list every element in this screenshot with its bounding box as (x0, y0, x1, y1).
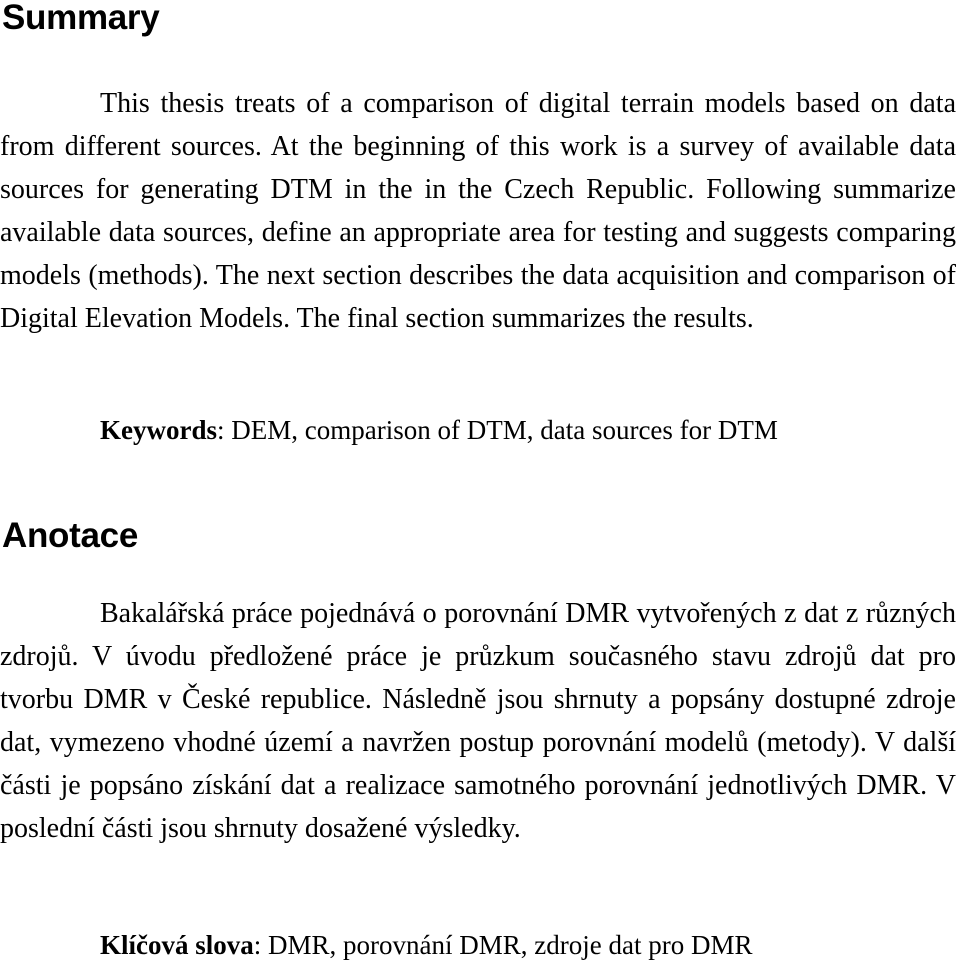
anotace-keywords-separator: : (253, 930, 269, 960)
document-page: Summary This thesis treats of a comparis… (0, 0, 960, 964)
summary-keywords-label: Keywords (100, 415, 217, 445)
anotace-keywords-value: DMR, porovnání DMR, zdroje dat pro DMR (268, 930, 753, 960)
summary-keywords-value: DEM, comparison of DTM, data sources for… (231, 415, 778, 445)
anotace-keywords-line: Klíčová slova: DMR, porovnání DMR, zdroj… (100, 925, 752, 965)
summary-keywords-separator: : (217, 415, 232, 445)
summary-keywords-line: Keywords: DEM, comparison of DTM, data s… (100, 410, 778, 450)
summary-paragraph: This thesis treats of a comparison of di… (0, 88, 956, 334)
anotace-keywords-label: Klíčová slova (100, 930, 254, 960)
anotace-paragraph: Bakalářská práce pojednává o porovnání D… (0, 598, 956, 844)
summary-heading: Summary (2, 0, 160, 37)
anotace-heading: Anotace (2, 516, 138, 555)
